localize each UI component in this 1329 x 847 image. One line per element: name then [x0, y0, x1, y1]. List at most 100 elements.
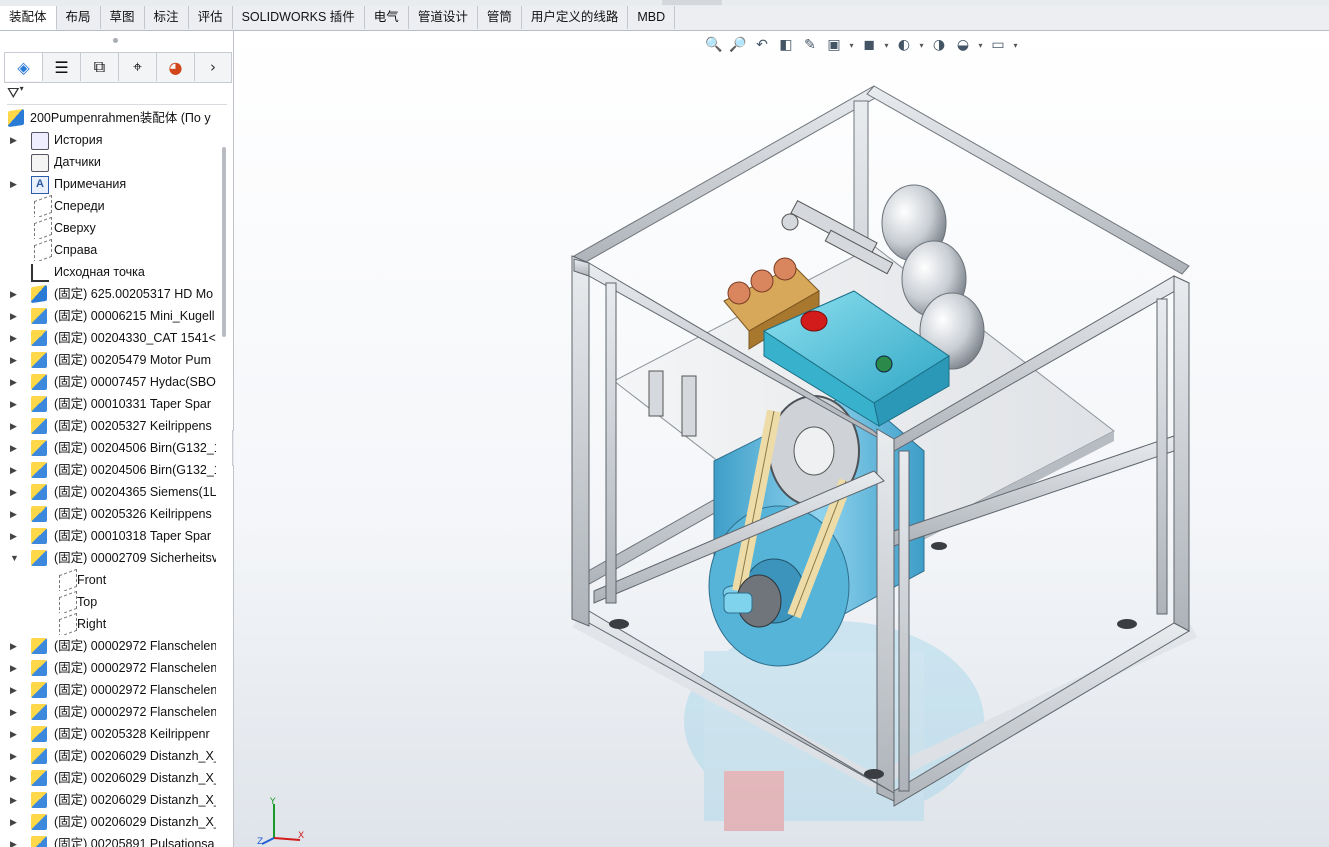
tree-item[interactable]: ▶ (固定) 00002972 Flanschelen [0, 657, 216, 679]
tree-item[interactable]: 200Pumpenrahmen装配体 (По у [0, 107, 216, 129]
panel-tabs-more-button[interactable]: › [195, 53, 231, 81]
expand-arrow-icon[interactable]: ▶ [10, 393, 20, 415]
tree-item[interactable]: ▶ A Примечания [0, 173, 216, 195]
tree-item[interactable]: Датчики [0, 151, 216, 173]
tree-item[interactable]: ▶ (固定) 00204330_CAT 1541< [0, 327, 216, 349]
tree-item[interactable]: ▶ (固定) 00007457 Hydac(SBO [0, 371, 216, 393]
tree-item-label: (固定) 00206029 Distanzh_X_ [54, 815, 216, 829]
expand-arrow-icon[interactable]: ▶ [10, 349, 20, 371]
ribbon-tab[interactable]: 评估 [189, 6, 233, 29]
ribbon-tab[interactable]: 标注 [145, 6, 189, 29]
part-icon [31, 704, 47, 720]
part-icon [31, 440, 47, 456]
part-icon [31, 836, 47, 847]
tree-item[interactable]: ▶ (固定) 00002972 Flanschelen [0, 635, 216, 657]
expand-arrow-icon[interactable]: ▶ [10, 129, 20, 151]
tree-item[interactable]: ▶ (固定) 00206029 Distanzh_X_ [0, 789, 216, 811]
expand-arrow-icon[interactable]: ▶ [10, 327, 20, 349]
expand-arrow-icon[interactable]: ▶ [10, 701, 20, 723]
expand-arrow-icon[interactable]: ▶ [10, 635, 20, 657]
collapse-arrow-icon[interactable]: ▼ [10, 547, 20, 569]
part-icon [31, 638, 47, 654]
panel-tab[interactable]: ☰ [43, 53, 81, 81]
ribbon-tab[interactable]: 管道设计 [409, 6, 478, 29]
tree-item[interactable]: Спереди [0, 195, 216, 217]
tree-item[interactable]: ▶ (固定) 00206029 Distanzh_X_ [0, 745, 216, 767]
tree-item[interactable]: ▶ (固定) 00006215 Mini_Kugell [0, 305, 216, 327]
ribbon-tab[interactable]: 装配体 [0, 6, 57, 30]
propertymanager-icon: ☰ [54, 57, 69, 77]
expand-arrow-icon[interactable]: ▶ [10, 503, 20, 525]
tree-item[interactable]: ▶ (固定) 00204506 Birn(G132_1 [0, 437, 216, 459]
expand-arrow-icon[interactable]: ▶ [10, 833, 20, 847]
ribbon-tab[interactable]: MBD [628, 6, 676, 29]
chevron-down-icon[interactable]: ▾ [20, 84, 24, 93]
tree-item[interactable]: ▶ История [0, 129, 216, 151]
tab-grip[interactable] [662, 0, 722, 5]
panel-tab[interactable]: ◈ [5, 53, 43, 81]
tree-item[interactable]: ▶ (固定) 00205891 Pulsationsa [0, 833, 216, 847]
ribbon-tab[interactable]: 布局 [57, 6, 101, 29]
expand-arrow-icon[interactable]: ▶ [10, 679, 20, 701]
expand-arrow-icon[interactable]: ▶ [10, 481, 20, 503]
tree-item[interactable]: Right [0, 613, 216, 635]
tree-item[interactable]: Исходная точка [0, 261, 216, 283]
ribbon-tab[interactable]: 用户定义的线路 [522, 6, 629, 29]
plane-icon [34, 217, 52, 239]
ribbon-tab[interactable]: 电气 [365, 6, 409, 29]
panel-tab[interactable]: ◕ [157, 53, 195, 81]
part-icon [31, 484, 47, 500]
expand-arrow-icon[interactable]: ▶ [10, 657, 20, 679]
tree-item-label: (固定) 00002972 Flanschelen [54, 683, 216, 697]
expand-arrow-icon[interactable]: ▶ [10, 525, 20, 547]
ribbon-tab[interactable]: 草图 [101, 6, 145, 29]
tree-item[interactable]: Справа [0, 239, 216, 261]
tree-item-label: 200Pumpenrahmen装配体 (По у [30, 111, 211, 125]
expand-arrow-icon[interactable]: ▶ [10, 283, 20, 305]
tree-item-label: (固定) 00002972 Flanschelen [54, 639, 216, 653]
tree-item[interactable]: ▶ (固定) 00205479 Motor Pum [0, 349, 216, 371]
ribbon-tab[interactable]: SOLIDWORKS 插件 [233, 6, 365, 29]
ribbon-tab[interactable]: 管筒 [478, 6, 522, 29]
tree-item[interactable]: ▶ (固定) 00205327 Keilrippens [0, 415, 216, 437]
tree-item[interactable]: ▶ (固定) 00010318 Taper Spar [0, 525, 216, 547]
expand-arrow-icon[interactable]: ▶ [10, 371, 20, 393]
tree-item-label: (固定) 00007457 Hydac(SBO [54, 375, 216, 389]
tree-item[interactable]: ▶ (固定) 625.00205317 HD Mo [0, 283, 216, 305]
filter-bar[interactable]: ⛛▾ [7, 84, 227, 105]
panel-tab[interactable]: ⧉ [81, 53, 119, 81]
expand-arrow-icon[interactable]: ▶ [10, 767, 20, 789]
expand-arrow-icon[interactable]: ▶ [10, 745, 20, 767]
tree-item[interactable]: ▶ (固定) 00002972 Flanschelen [0, 679, 216, 701]
tree-item[interactable]: ▶ (固定) 00205328 Keilrippenr [0, 723, 216, 745]
tree-item[interactable]: Top [0, 591, 216, 613]
tree-item[interactable]: ▶ (固定) 00206029 Distanzh_X_ [0, 767, 216, 789]
assembly-model[interactable] [234, 31, 1329, 847]
expand-arrow-icon[interactable]: ▶ [10, 415, 20, 437]
tree-item[interactable]: Front [0, 569, 216, 591]
tree-item[interactable]: ▶ (固定) 00204365 Siemens(1L [0, 481, 216, 503]
tree-item[interactable]: ▶ (固定) 00002972 Flanschelen [0, 701, 216, 723]
tree-item-label: Примечания [54, 177, 127, 191]
tree-scrollbar[interactable] [222, 147, 226, 337]
tree-item[interactable]: ▶ (固定) 00204506 Birn(G132_1 [0, 459, 216, 481]
featuremanager-icon: ◈ [17, 57, 30, 77]
tree-item[interactable]: ▼ (固定) 00002709 Sicherheitsv [0, 547, 216, 569]
panel-tab[interactable]: ⌖ [119, 53, 157, 81]
expand-arrow-icon[interactable]: ▶ [10, 173, 20, 195]
expand-arrow-icon[interactable]: ▶ [10, 437, 20, 459]
tree-item[interactable]: ▶ (固定) 00206029 Distanzh_X_ [0, 811, 216, 833]
chevron-right-icon: › [210, 58, 216, 76]
graphics-viewport[interactable]: 🔍 🔎 ↶ ◧ ✎ ▣ ▾ ◼ ▾ ◐ ▾ ◑ ◒ ▾ ▭ ▾ Y X Z [234, 31, 1329, 847]
panel-tabs: ◈ ☰ ⧉ ⌖ ◕ › [4, 52, 232, 83]
expand-arrow-icon[interactable]: ▶ [10, 811, 20, 833]
panel-drag-handle[interactable] [113, 38, 118, 43]
expand-arrow-icon[interactable]: ▶ [10, 789, 20, 811]
expand-arrow-icon[interactable]: ▶ [10, 305, 20, 327]
expand-arrow-icon[interactable]: ▶ [10, 723, 20, 745]
tree-item[interactable]: ▶ (固定) 00010331 Taper Spar [0, 393, 216, 415]
expand-arrow-icon[interactable]: ▶ [10, 459, 20, 481]
tree-item[interactable]: Сверху [0, 217, 216, 239]
tree-item[interactable]: ▶ (固定) 00205326 Keilrippens [0, 503, 216, 525]
filter-icon[interactable]: ⛛ [7, 84, 20, 102]
